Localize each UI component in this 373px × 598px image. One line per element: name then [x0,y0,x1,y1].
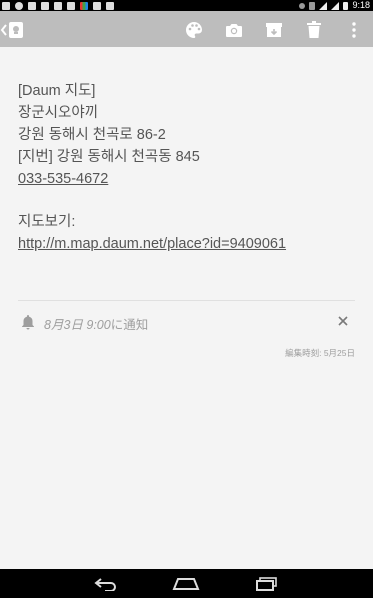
bell-icon [22,315,34,330]
back-button[interactable] [0,19,26,41]
nav-home-button[interactable] [171,575,201,593]
tools-icon [2,1,10,10]
more-vert-icon [352,22,356,38]
edited-timestamp: 編集時刻: 5月25日 [285,348,355,358]
notification-icons [2,0,114,11]
cat-icon [15,1,23,10]
close-icon [338,316,348,326]
bluetooth-icon [299,2,306,9]
divider [18,300,355,301]
cell-signal-icon [331,1,340,10]
note-line: 장군시오야끼 [18,105,99,121]
back-arrow-icon [0,22,23,38]
note-line: 강원 동해시 천곡로 86-2 [18,127,166,143]
bag-icon [106,1,114,10]
delete-button[interactable] [303,19,325,41]
note-line: [Daum 지도] [18,83,96,99]
recents-icon [256,577,277,591]
clock: 9:18 [352,0,370,10]
remove-reminder-button[interactable] [335,312,351,330]
phone-link[interactable]: 033-535-4672 [18,168,358,190]
status-bar: 9:18 [0,0,373,11]
download-icon [41,1,49,10]
home-icon [172,578,200,590]
wifi-signal-icon [319,1,328,10]
palette-icon [186,22,202,38]
battery-icon [343,1,349,10]
nav-recents-button[interactable] [252,575,282,593]
archive-icon [266,23,282,37]
palette-button[interactable] [183,19,205,41]
reminder-text: 8月3日 9:00に通知 [44,314,148,333]
bulb-icon [28,1,36,10]
note-toolbar [0,11,373,47]
note-line: [지번] 강원 동해시 천곡동 845 [18,149,200,165]
more-options-button[interactable] [343,19,365,41]
download-icon-3 [67,1,75,10]
system-icons: 9:18 [299,0,370,11]
reminder-date: 8月3日 9:00 [44,318,111,332]
reminder-chip[interactable]: 8月3日 9:00に通知 [18,311,355,333]
trash-icon [307,21,321,38]
camera-icon [226,24,242,37]
add-image-button[interactable] [223,19,245,41]
note-body[interactable]: [Daum 지도] 장군시오야끼 강원 동해시 천곡로 86-2 [지번] 강원… [18,80,358,255]
back-icon [94,578,116,591]
app-icon [80,1,88,10]
download-icon-2 [54,1,62,10]
archive-button[interactable] [263,19,285,41]
note-line: 지도보기: [18,214,76,230]
nav-back-button[interactable] [91,575,121,593]
reminder-suffix: に通知 [110,318,149,332]
navigation-bar [0,569,373,598]
map-link[interactable]: http://m.map.daum.net/place?id=9409061 [18,233,358,255]
mute-icon [309,1,316,10]
doc-icon [93,1,101,10]
